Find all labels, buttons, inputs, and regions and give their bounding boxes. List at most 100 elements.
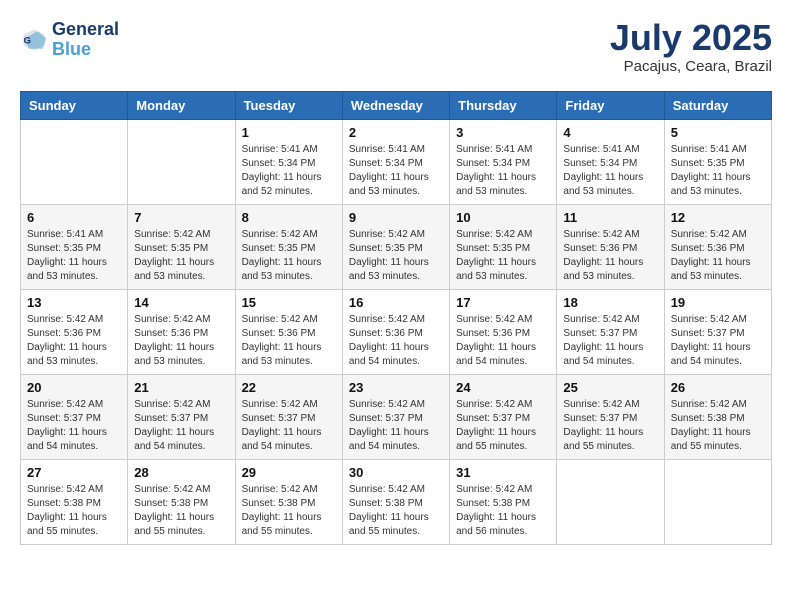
day-detail: Sunrise: 5:42 AM Sunset: 5:36 PM Dayligh… [563, 228, 657, 284]
calendar-cell: 9Sunrise: 5:42 AM Sunset: 5:35 PM Daylig… [342, 205, 449, 290]
calendar-cell [557, 460, 664, 545]
title-block: July 2025 Pacajus, Ceara, Brazil [610, 20, 772, 75]
calendar-cell: 13Sunrise: 5:42 AM Sunset: 5:36 PM Dayli… [21, 290, 128, 375]
day-detail: Sunrise: 5:42 AM Sunset: 5:35 PM Dayligh… [242, 228, 336, 284]
calendar-week-1: 1 Sunrise: 5:41 AM Sunset: 5:34 PM Daylig… [21, 120, 772, 205]
calendar-cell: 21 Sunrise: 5:42 AM Sunset: 5:37 PM Dayli… [128, 375, 235, 460]
calendar-cell: 24Sunrise: 5:42 AM Sunset: 5:37 PM Dayli… [450, 375, 557, 460]
calendar-cell: 3 Sunrise: 5:41 AM Sunset: 5:34 PM Daylig… [450, 120, 557, 205]
day-detail: Sunrise: 5:41 AM Sunset: 5:35 PM Dayligh… [27, 228, 121, 284]
calendar-cell: 17Sunrise: 5:42 AM Sunset: 5:36 PM Dayli… [450, 290, 557, 375]
calendar-cell: 26 Sunrise: 5:42 AM Sunset: 5:38 PM Dayli… [664, 375, 771, 460]
calendar-cell: 28 Sunrise: 5:42 AM Sunset: 5:38 PM Dayli… [128, 460, 235, 545]
calendar-cell: 4Sunrise: 5:41 AM Sunset: 5:34 PM Daylig… [557, 120, 664, 205]
day-detail: Sunrise: 5:42 AM Sunset: 5:37 PM Dayligh… [242, 398, 336, 454]
day-number: 12 [671, 210, 765, 225]
day-detail: Sunrise: 5:42 AM Sunset: 5:37 PM Dayligh… [349, 398, 443, 454]
weekday-header-wednesday: Wednesday [342, 92, 449, 120]
calendar-cell: 22Sunrise: 5:42 AM Sunset: 5:37 PM Dayli… [235, 375, 342, 460]
calendar-cell: 31 Sunrise: 5:42 AM Sunset: 5:38 PM Dayli… [450, 460, 557, 545]
calendar-cell: 7Sunrise: 5:42 AM Sunset: 5:35 PM Daylig… [128, 205, 235, 290]
calendar-cell: 12 Sunrise: 5:42 AM Sunset: 5:36 PM Dayli… [664, 205, 771, 290]
day-detail: Sunrise: 5:42 AM Sunset: 5:36 PM Dayligh… [134, 313, 228, 369]
calendar-week-5: 27 Sunrise: 5:42 AM Sunset: 5:38 PM Dayli… [21, 460, 772, 545]
day-number: 19 [671, 295, 765, 310]
day-number: 28 [134, 465, 228, 480]
calendar-cell: 27 Sunrise: 5:42 AM Sunset: 5:38 PM Dayli… [21, 460, 128, 545]
calendar-cell: 11 Sunrise: 5:42 AM Sunset: 5:36 PM Dayli… [557, 205, 664, 290]
day-number: 23 [349, 380, 443, 395]
day-number: 30 [349, 465, 443, 480]
day-detail: Sunrise: 5:42 AM Sunset: 5:38 PM Dayligh… [456, 483, 550, 539]
calendar-cell: 15 Sunrise: 5:42 AM Sunset: 5:36 PM Dayli… [235, 290, 342, 375]
day-number: 8 [242, 210, 336, 225]
day-number: 25 [563, 380, 657, 395]
calendar-cell: 30 Sunrise: 5:42 AM Sunset: 5:38 PM Dayli… [342, 460, 449, 545]
weekday-header-monday: Monday [128, 92, 235, 120]
calendar-cell [664, 460, 771, 545]
calendar-cell: 19 Sunrise: 5:42 AM Sunset: 5:37 PM Dayli… [664, 290, 771, 375]
day-detail: Sunrise: 5:42 AM Sunset: 5:37 PM Dayligh… [563, 313, 657, 369]
day-number: 26 [671, 380, 765, 395]
day-detail: Sunrise: 5:42 AM Sunset: 5:36 PM Dayligh… [456, 313, 550, 369]
calendar-cell: 6 Sunrise: 5:41 AM Sunset: 5:35 PM Daylig… [21, 205, 128, 290]
day-detail: Sunrise: 5:42 AM Sunset: 5:37 PM Dayligh… [27, 398, 121, 454]
calendar-cell: 5Sunrise: 5:41 AM Sunset: 5:35 PM Daylig… [664, 120, 771, 205]
svg-text:G: G [24, 35, 31, 46]
day-detail: Sunrise: 5:42 AM Sunset: 5:37 PM Dayligh… [563, 398, 657, 454]
calendar-cell: 16Sunrise: 5:42 AM Sunset: 5:36 PM Dayli… [342, 290, 449, 375]
weekday-header-tuesday: Tuesday [235, 92, 342, 120]
day-number: 31 [456, 465, 550, 480]
calendar-cell [128, 120, 235, 205]
day-number: 18 [563, 295, 657, 310]
calendar-week-3: 13Sunrise: 5:42 AM Sunset: 5:36 PM Dayli… [21, 290, 772, 375]
day-detail: Sunrise: 5:42 AM Sunset: 5:38 PM Dayligh… [134, 483, 228, 539]
day-detail: Sunrise: 5:41 AM Sunset: 5:35 PM Dayligh… [671, 143, 765, 199]
day-detail: Sunrise: 5:42 AM Sunset: 5:38 PM Dayligh… [27, 483, 121, 539]
day-number: 1 [242, 125, 336, 140]
weekday-header-thursday: Thursday [450, 92, 557, 120]
calendar-cell: 14 Sunrise: 5:42 AM Sunset: 5:36 PM Dayli… [128, 290, 235, 375]
calendar-cell: 10Sunrise: 5:42 AM Sunset: 5:35 PM Dayli… [450, 205, 557, 290]
day-number: 27 [27, 465, 121, 480]
day-number: 14 [134, 295, 228, 310]
calendar-cell: 1 Sunrise: 5:41 AM Sunset: 5:34 PM Daylig… [235, 120, 342, 205]
day-number: 6 [27, 210, 121, 225]
calendar-week-4: 20Sunrise: 5:42 AM Sunset: 5:37 PM Dayli… [21, 375, 772, 460]
day-detail: Sunrise: 5:42 AM Sunset: 5:38 PM Dayligh… [349, 483, 443, 539]
calendar-cell: 2Sunrise: 5:41 AM Sunset: 5:34 PM Daylig… [342, 120, 449, 205]
day-detail: Sunrise: 5:42 AM Sunset: 5:37 PM Dayligh… [671, 313, 765, 369]
calendar-cell [21, 120, 128, 205]
day-number: 21 [134, 380, 228, 395]
day-number: 15 [242, 295, 336, 310]
month-year: July 2025 [610, 20, 772, 56]
day-detail: Sunrise: 5:41 AM Sunset: 5:34 PM Dayligh… [456, 143, 550, 199]
calendar-cell: 20Sunrise: 5:42 AM Sunset: 5:37 PM Dayli… [21, 375, 128, 460]
day-detail: Sunrise: 5:41 AM Sunset: 5:34 PM Dayligh… [349, 143, 443, 199]
weekday-header-row: SundayMondayTuesdayWednesdayThursdayFrid… [21, 92, 772, 120]
day-detail: Sunrise: 5:42 AM Sunset: 5:36 PM Dayligh… [242, 313, 336, 369]
day-detail: Sunrise: 5:42 AM Sunset: 5:37 PM Dayligh… [456, 398, 550, 454]
page-header: G GeneralBlue July 2025 Pacajus, Ceara, … [20, 20, 772, 75]
day-detail: Sunrise: 5:42 AM Sunset: 5:38 PM Dayligh… [671, 398, 765, 454]
day-number: 16 [349, 295, 443, 310]
weekday-header-sunday: Sunday [21, 92, 128, 120]
day-number: 3 [456, 125, 550, 140]
day-detail: Sunrise: 5:42 AM Sunset: 5:38 PM Dayligh… [242, 483, 336, 539]
weekday-header-saturday: Saturday [664, 92, 771, 120]
day-detail: Sunrise: 5:41 AM Sunset: 5:34 PM Dayligh… [242, 143, 336, 199]
day-number: 11 [563, 210, 657, 225]
day-detail: Sunrise: 5:42 AM Sunset: 5:35 PM Dayligh… [134, 228, 228, 284]
logo: G GeneralBlue [20, 20, 119, 60]
logo-icon: G [20, 26, 48, 54]
calendar-cell: 25 Sunrise: 5:42 AM Sunset: 5:37 PM Dayli… [557, 375, 664, 460]
weekday-header-friday: Friday [557, 92, 664, 120]
calendar-cell: 23 Sunrise: 5:42 AM Sunset: 5:37 PM Dayli… [342, 375, 449, 460]
day-detail: Sunrise: 5:42 AM Sunset: 5:37 PM Dayligh… [134, 398, 228, 454]
calendar-week-2: 6 Sunrise: 5:41 AM Sunset: 5:35 PM Daylig… [21, 205, 772, 290]
logo-text: GeneralBlue [52, 20, 119, 60]
day-detail: Sunrise: 5:42 AM Sunset: 5:36 PM Dayligh… [671, 228, 765, 284]
location: Pacajus, Ceara, Brazil [610, 58, 772, 75]
calendar-table: SundayMondayTuesdayWednesdayThursdayFrid… [20, 91, 772, 545]
day-number: 4 [563, 125, 657, 140]
